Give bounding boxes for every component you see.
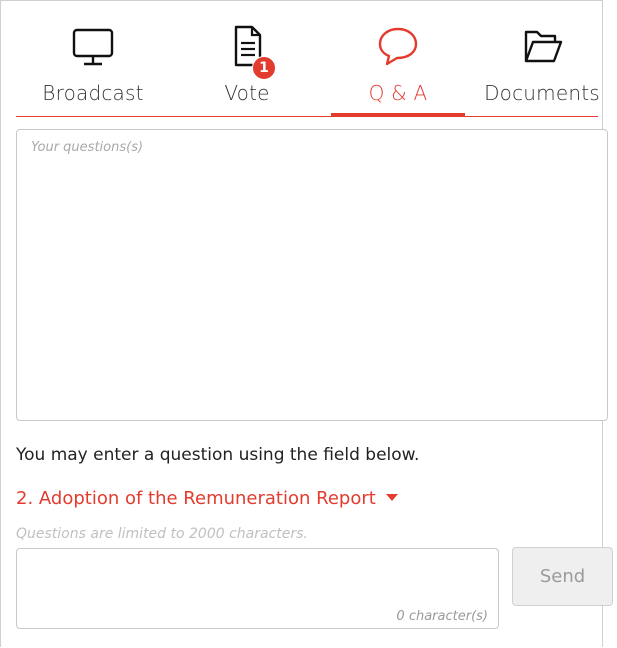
tab-broadcast-label: Broadcast (42, 81, 144, 105)
active-tab-indicator (331, 113, 465, 117)
tab-vote-label: Vote (224, 81, 270, 105)
questions-list-area[interactable]: Your questions(s) (16, 129, 608, 421)
instruction-text: You may enter a question using the field… (16, 445, 420, 465)
send-button[interactable]: Send (512, 547, 613, 606)
tab-qa[interactable]: Q & A (331, 18, 465, 117)
character-limit-note: Questions are limited to 2000 characters… (16, 526, 308, 542)
character-counter: 0 character(s) (396, 609, 488, 624)
questions-placeholder: Your questions(s) (31, 140, 144, 155)
folder-open-icon (524, 30, 563, 63)
chat-bubble-icon (378, 27, 418, 66)
monitor-icon (72, 28, 114, 66)
tab-vote[interactable]: 1 Vote (180, 18, 314, 116)
tab-documents[interactable]: Documents (475, 18, 609, 116)
tab-broadcast[interactable]: Broadcast (26, 18, 160, 116)
tab-bar: Broadcast 1 Vote Q & A Documents (16, 18, 600, 117)
agenda-item-dropdown[interactable]: 2. Adoption of the Remuneration Report (16, 488, 398, 509)
tab-qa-label: Q & A (368, 81, 428, 105)
caret-down-icon (385, 493, 398, 501)
tab-documents-label: Documents (484, 81, 600, 105)
agenda-item-label: 2. Adoption of the Remuneration Report (16, 488, 376, 509)
question-textarea[interactable]: 0 character(s) (16, 548, 499, 629)
vote-count-badge: 1 (252, 56, 276, 80)
